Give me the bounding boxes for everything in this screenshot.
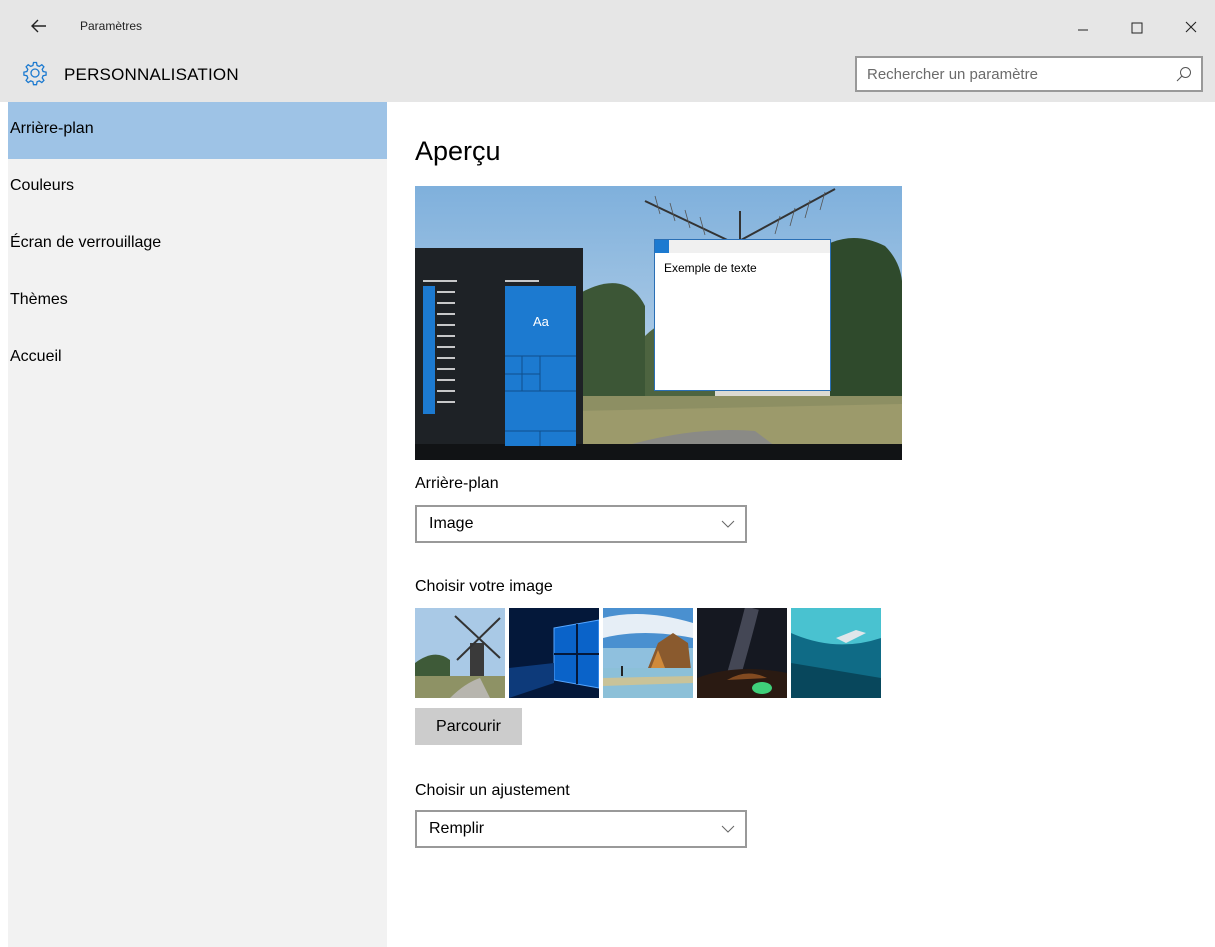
window-title: Paramètres xyxy=(80,19,143,33)
gear-icon xyxy=(22,60,48,86)
thumbnail-beach-rocks[interactable] xyxy=(603,608,693,698)
preview-heading: Aperçu xyxy=(415,136,501,166)
sidebar-item-accueil[interactable]: Accueil xyxy=(8,330,387,387)
sidebar-item-themes[interactable]: Thèmes xyxy=(8,273,387,330)
main-content: Aperçu Aa Exemple de texte Arrière-plan … xyxy=(387,102,1215,947)
thumbnail-windmill[interactable] xyxy=(415,608,505,698)
page-title: PERSONNALISATION xyxy=(64,65,239,84)
sidebar-item-label: Arrière-plan xyxy=(10,120,94,137)
chevron-down-icon xyxy=(721,822,735,836)
search-icon[interactable] xyxy=(1175,65,1193,83)
minimize-button[interactable] xyxy=(1068,12,1098,42)
background-preview: Aa Exemple de texte xyxy=(415,186,902,460)
fit-dropdown-value: Remplir xyxy=(429,820,485,837)
close-button[interactable] xyxy=(1176,12,1206,42)
sidebar-item-label: Accueil xyxy=(10,348,62,365)
background-dropdown-value: Image xyxy=(429,515,474,532)
browse-button[interactable]: Parcourir xyxy=(415,708,522,745)
sidebar-item-couleurs[interactable]: Couleurs xyxy=(8,159,387,216)
image-thumbnails xyxy=(415,608,885,698)
background-label: Arrière-plan xyxy=(415,475,499,492)
sidebar-item-arriere-plan[interactable]: Arrière-plan xyxy=(8,102,387,159)
preview-window: Exemple de texte xyxy=(654,239,831,391)
title-bar: Paramètres xyxy=(0,0,1215,52)
back-arrow-icon[interactable] xyxy=(28,15,50,37)
chevron-down-icon xyxy=(721,517,735,531)
thumbnail-windows-logo[interactable] xyxy=(509,608,599,698)
search-input[interactable] xyxy=(867,64,1167,84)
sidebar-item-label: Couleurs xyxy=(10,177,75,194)
thumbnail-underwater-swimmer[interactable] xyxy=(791,608,881,698)
background-dropdown[interactable]: Image xyxy=(415,505,747,543)
settings-header: PERSONNALISATION xyxy=(0,52,1215,102)
preview-tile-text: Aa xyxy=(533,314,549,329)
sidebar: Arrière-plan Couleurs Écran de verrouill… xyxy=(8,102,387,947)
sidebar-item-label: Thèmes xyxy=(10,291,68,308)
sidebar-item-label: Écran de verrouillage xyxy=(10,234,162,251)
search-box[interactable] xyxy=(855,56,1203,92)
choose-image-label: Choisir votre image xyxy=(415,578,553,595)
fit-dropdown[interactable]: Remplir xyxy=(415,810,747,848)
fit-label: Choisir un ajustement xyxy=(415,782,570,799)
sidebar-item-ecran-de-verrouillage[interactable]: Écran de verrouillage xyxy=(8,216,387,273)
thumbnail-milky-way[interactable] xyxy=(697,608,787,698)
preview-sample-text: Exemple de texte xyxy=(664,261,757,275)
maximize-button[interactable] xyxy=(1122,12,1152,42)
